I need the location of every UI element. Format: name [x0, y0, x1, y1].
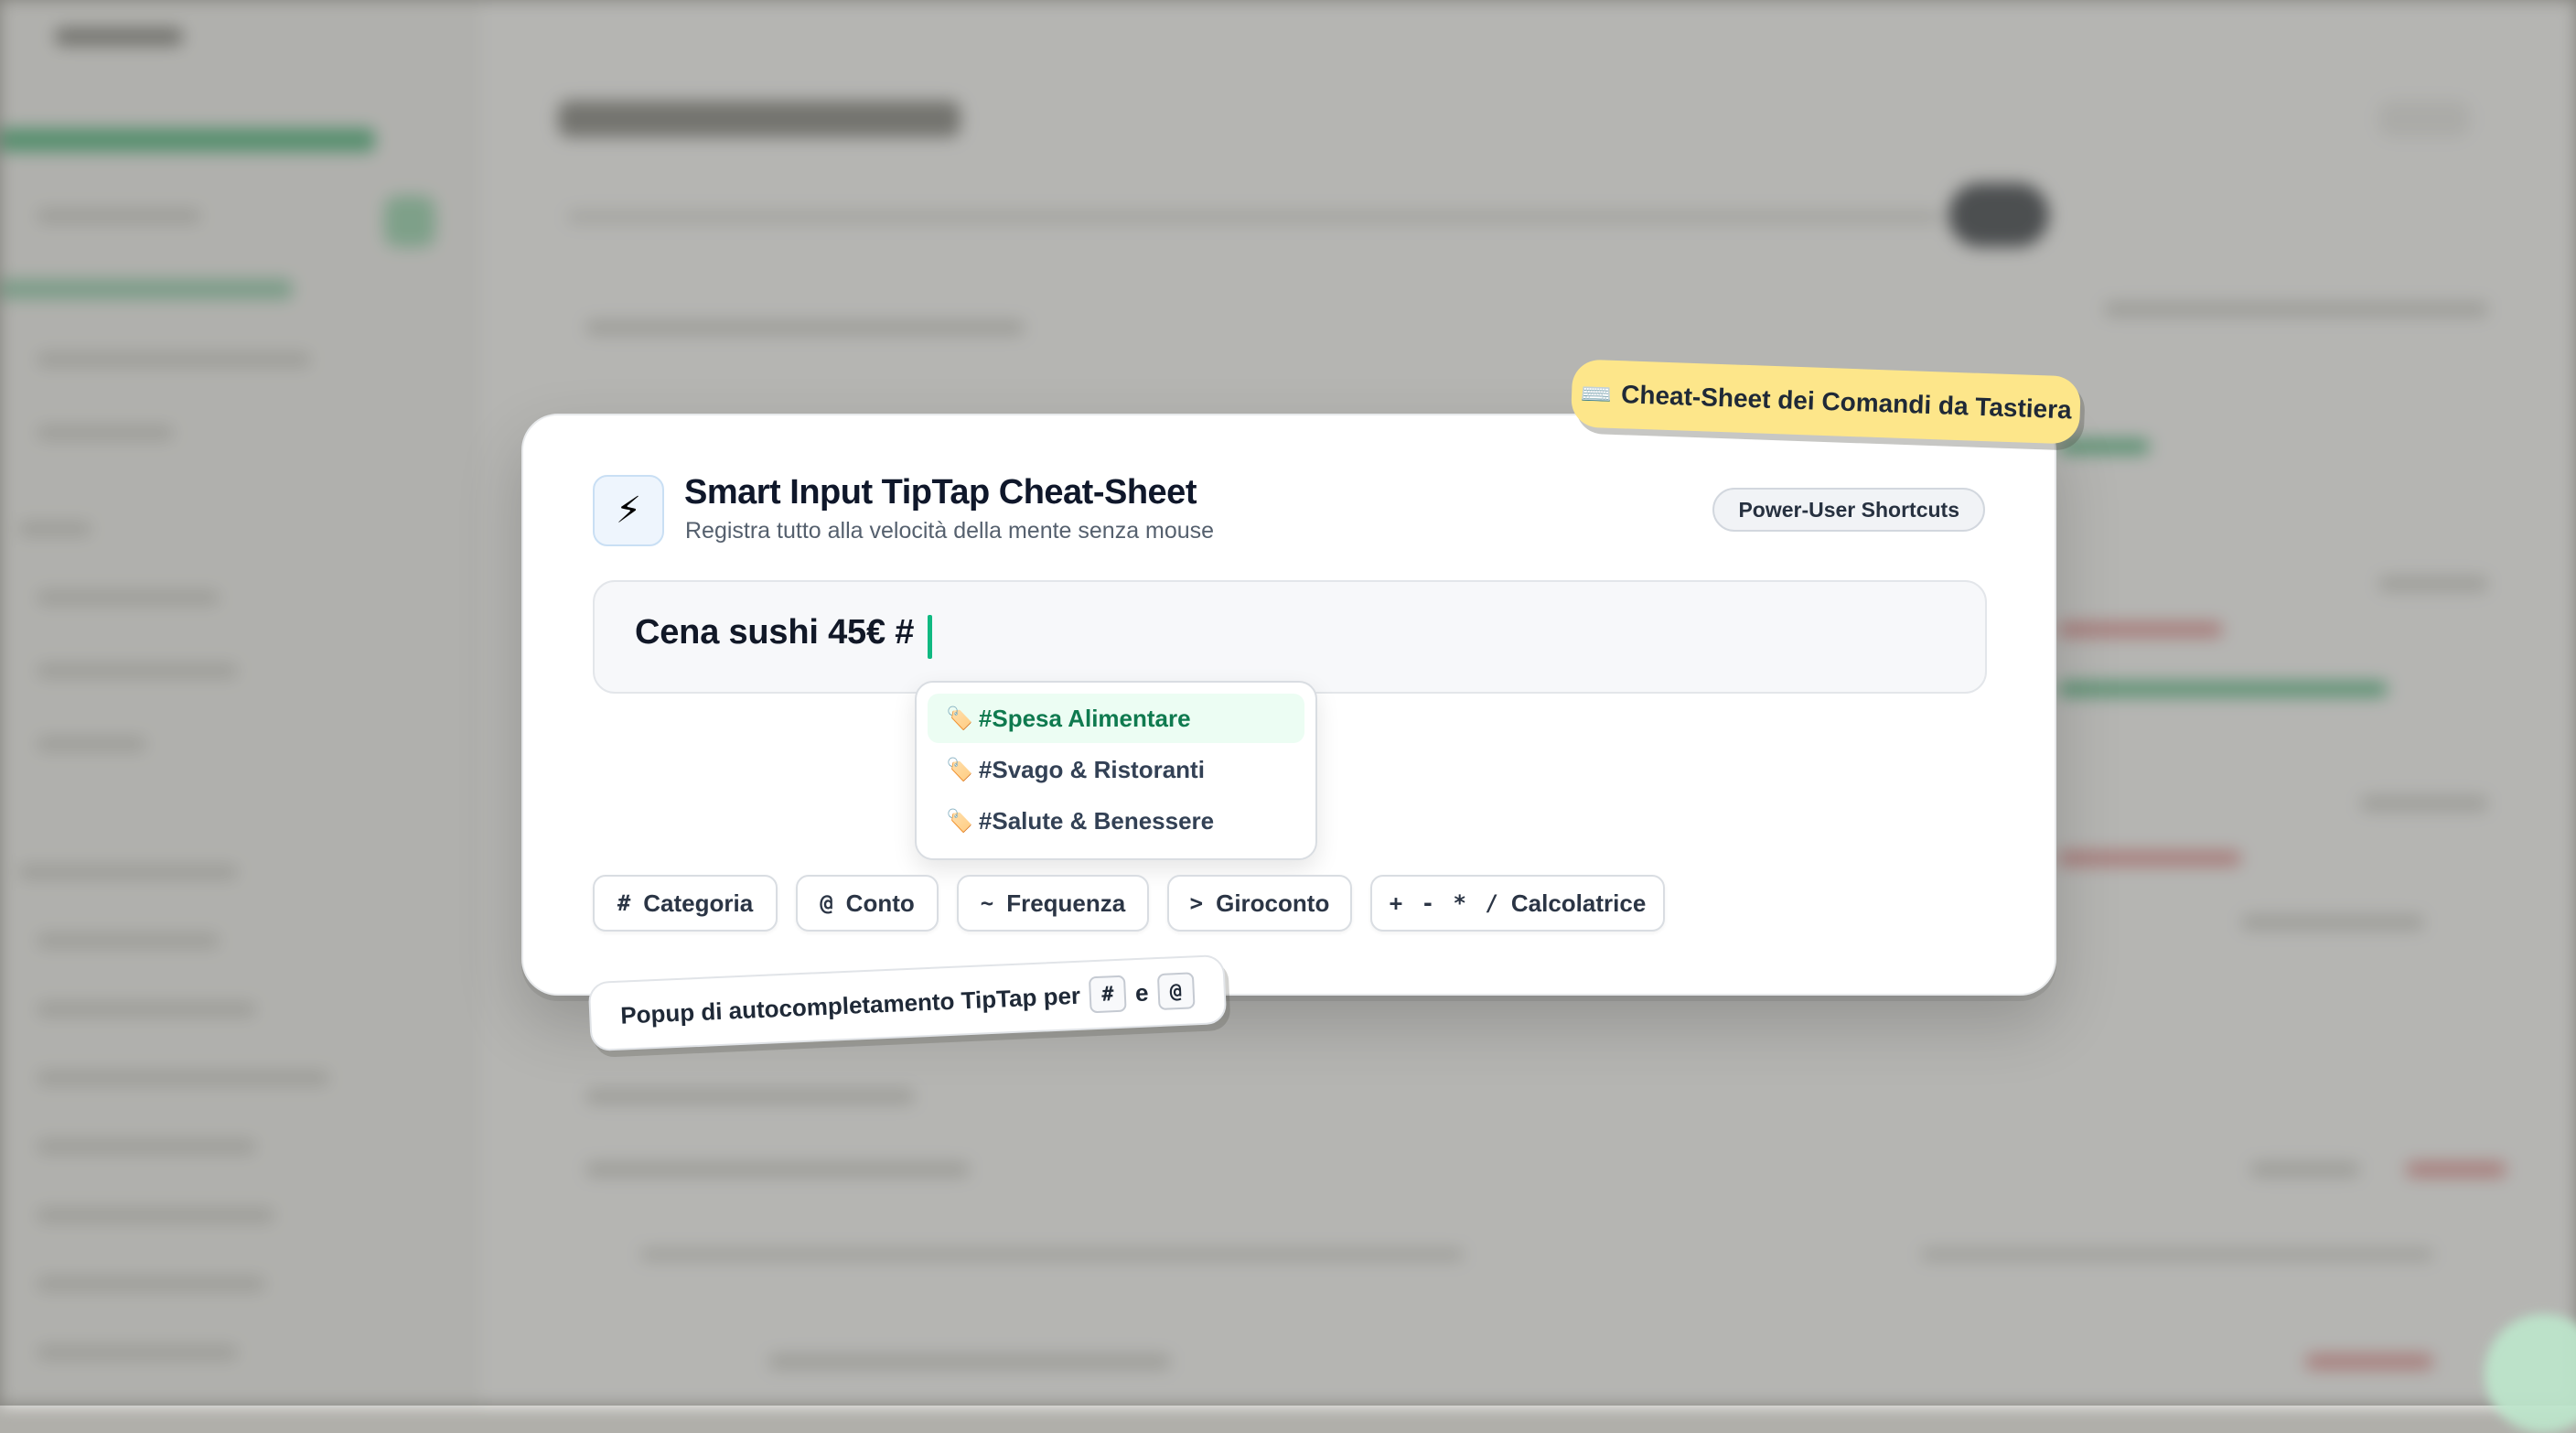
autocomplete-popup: 🏷️ #Spesa Alimentare 🏷️ #Svago & Ristora… — [915, 681, 1317, 860]
shortcut-chip-conto[interactable]: @ Conto — [796, 875, 939, 932]
shortcut-label: Conto — [845, 889, 915, 917]
card-title: Smart Input TipTap Cheat-Sheet — [684, 473, 1197, 512]
autocomplete-item[interactable]: 🏷️ #Salute & Benessere — [928, 796, 1304, 846]
autocomplete-item-label: #Salute & Benessere — [978, 806, 1215, 835]
shortcut-symbol: > — [1189, 890, 1204, 916]
tag-icon: 🏷️ — [946, 808, 973, 834]
card-header: ⚡ Smart Input TipTap Cheat-Sheet Registr… — [593, 473, 1985, 546]
at-key-badge: @ — [1156, 972, 1196, 1011]
lightning-bolt-glyph: ⚡ — [615, 490, 642, 531]
lightning-bolt-icon: ⚡ — [593, 475, 664, 546]
text-caret — [928, 615, 932, 659]
shortcut-chip-categoria[interactable]: # Categoria — [593, 875, 778, 932]
autocomplete-item-label: #Svago & Ristoranti — [978, 755, 1205, 783]
caption-text: Popup di autocompletamento TipTap per — [619, 981, 1081, 1029]
shortcut-label: Frequenza — [1006, 889, 1126, 917]
shortcut-symbol: + - * / — [1389, 890, 1498, 916]
shortcut-symbol: @ — [820, 890, 833, 916]
autocomplete-item[interactable]: 🏷️ #Svago & Ristoranti — [928, 745, 1304, 794]
autocomplete-item-label: #Spesa Alimentare — [978, 704, 1191, 732]
cheatsheet-card: ⚡ Smart Input TipTap Cheat-Sheet Registr… — [521, 414, 2056, 996]
power-user-badge: Power-User Shortcuts — [1712, 488, 1985, 532]
cheatsheet-sticky-text: Cheat-Sheet dei Comandi da Tastiera — [1620, 380, 2073, 425]
shortcut-chip-giroconto[interactable]: > Giroconto — [1167, 875, 1352, 932]
shortcut-label: Calcolatrice — [1510, 889, 1647, 917]
shortcut-label: Giroconto — [1216, 889, 1330, 917]
hash-key-badge: # — [1089, 975, 1127, 1014]
smart-input-editor[interactable]: Cena sushi 45€ # — [593, 580, 1987, 694]
shortcut-label: Categoria — [643, 889, 754, 917]
autocomplete-item[interactable]: 🏷️ #Spesa Alimentare — [928, 694, 1304, 743]
tag-icon: 🏷️ — [946, 757, 973, 782]
shortcut-symbol: # — [617, 890, 631, 916]
shortcut-chip-frequenza[interactable]: ~ Frequenza — [957, 875, 1149, 932]
caption-joiner: e — [1134, 978, 1150, 1007]
keyboard-icon: ⌨️ — [1579, 379, 1613, 409]
shortcut-symbol: ~ — [980, 890, 994, 916]
tag-icon: 🏷️ — [946, 706, 973, 731]
card-subtitle: Registra tutto alla velocità della mente… — [685, 518, 1215, 544]
editor-text[interactable]: Cena sushi 45€ # — [635, 613, 914, 652]
shortcut-chip-calcolatrice[interactable]: + - * / Calcolatrice — [1370, 875, 1665, 932]
